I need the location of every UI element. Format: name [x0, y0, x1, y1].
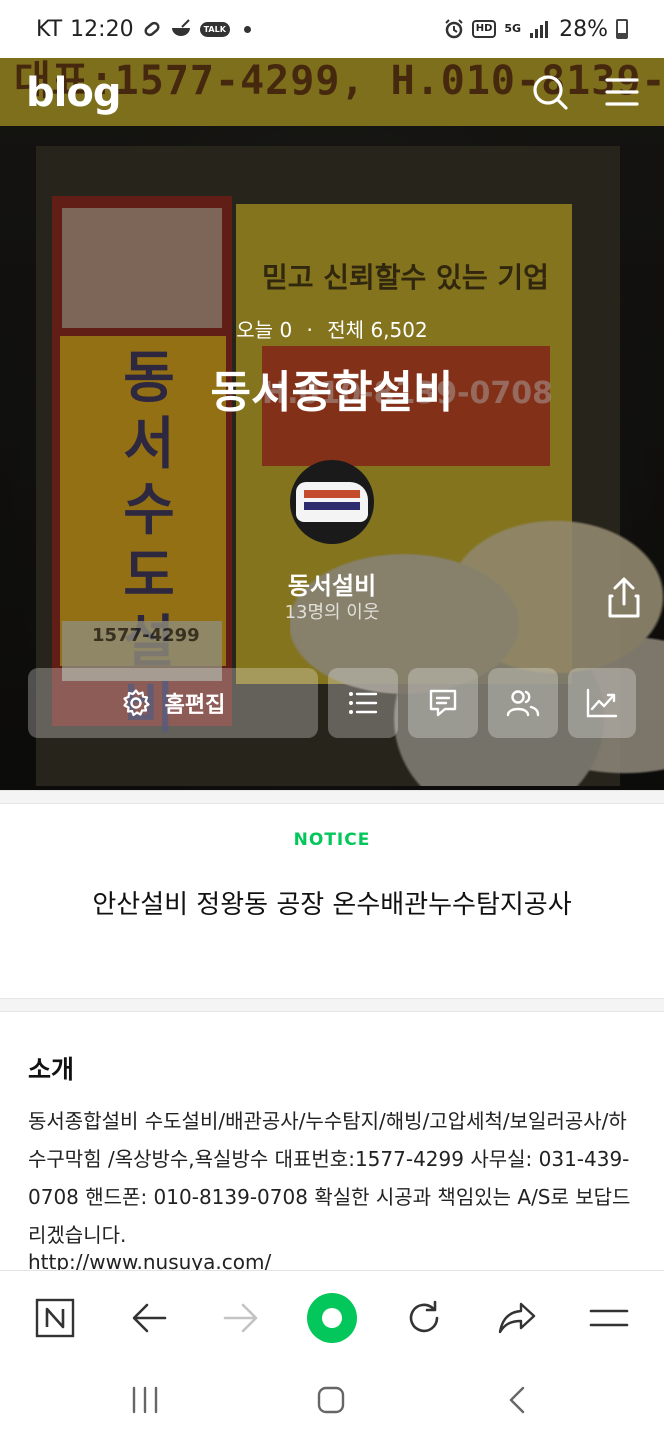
guestbook-button[interactable]: [408, 668, 478, 738]
notice-label: NOTICE: [293, 830, 371, 850]
avatar-van-stripe-red: [304, 490, 360, 498]
list-icon: [349, 692, 378, 714]
browser-toolbar: [0, 1270, 664, 1362]
share-button[interactable]: [604, 576, 644, 620]
arrow-right-icon: [223, 1303, 258, 1333]
hd-voice-icon: HD: [471, 20, 497, 38]
blog-logo[interactable]: blog: [26, 70, 121, 116]
food-notification-icon: [170, 19, 192, 39]
blog-title: 동서종합설비: [210, 367, 454, 418]
edit-home-label: 홈편집: [164, 693, 226, 718]
status-bar: KT 12:20 TALK HD 5G 28%: [0, 0, 664, 58]
visitor-stats: 오늘 0 · 전체 6,502: [0, 314, 664, 343]
alarm-icon: [444, 19, 464, 39]
share-arrow-icon: [498, 1302, 536, 1334]
blogger-nickname[interactable]: 동서설비: [0, 566, 664, 601]
avatar-van-stripe-blue: [304, 502, 360, 510]
share-page-button[interactable]: [490, 1291, 544, 1345]
link-notification-icon: [142, 19, 162, 39]
stats-separator: ·: [306, 318, 313, 342]
menu-button[interactable]: [602, 74, 642, 110]
menu-lines-icon: [589, 1309, 629, 1327]
network-5g-icon: 5G: [504, 22, 522, 35]
gear-icon: [123, 689, 150, 717]
home-button[interactable]: [306, 1380, 356, 1420]
recent-apps-icon: [132, 1386, 158, 1414]
refresh-icon: [409, 1300, 439, 1333]
total-label: 전체: [327, 318, 365, 342]
blog-action-buttons: 홈편집: [28, 668, 636, 738]
today-count: 0: [279, 318, 293, 342]
section-divider: [0, 998, 664, 1012]
statistics-button[interactable]: [568, 668, 636, 738]
profile-avatar[interactable]: [290, 460, 374, 544]
battery-percent: 28%: [559, 16, 608, 42]
search-button[interactable]: [530, 72, 570, 112]
recent-apps-button[interactable]: [120, 1380, 170, 1420]
people-icon: [506, 690, 540, 717]
system-navigation-bar: [0, 1362, 664, 1440]
refresh-button[interactable]: [397, 1291, 451, 1345]
forward-button[interactable]: [214, 1291, 268, 1345]
share-icon: [608, 577, 640, 618]
naver-n-icon: [35, 1298, 75, 1338]
section-divider: [0, 790, 664, 804]
edit-home-button[interactable]: 홈편집: [28, 668, 318, 738]
neighbors-button[interactable]: [488, 668, 558, 738]
back-button[interactable]: [122, 1291, 176, 1345]
today-label: 오늘: [236, 318, 274, 342]
neighbor-count[interactable]: 13명의 이웃: [0, 598, 664, 624]
chevron-left-icon: [509, 1386, 525, 1414]
battery-icon: [616, 19, 628, 39]
notice-post-link[interactable]: 안산설비 정왕동 공장 온수배관누수탐지공사: [0, 884, 664, 921]
signal-icon: [529, 20, 551, 38]
blog-header: blog: [0, 46, 664, 146]
green-dot-button[interactable]: [305, 1291, 359, 1345]
chat-bubble-icon: [429, 689, 457, 717]
hamburger-icon: [605, 78, 639, 106]
post-list-button[interactable]: [328, 668, 398, 738]
more-notifications-dot: [243, 25, 251, 33]
carrier-label: KT: [36, 16, 63, 42]
clock: 12:20: [70, 16, 134, 42]
search-icon: [533, 75, 568, 110]
intro-text: 동서종합설비 수도설비/배관공사/누수탐지/해빙/고압세척/보일러공사/하수구막…: [28, 1109, 631, 1247]
green-dot-icon: [307, 1293, 357, 1343]
kakaotalk-notification-icon: TALK: [199, 21, 230, 37]
home-square-icon: [317, 1386, 345, 1414]
intro-heading: 소개: [28, 1055, 75, 1084]
browser-menu-button[interactable]: [582, 1291, 636, 1345]
system-back-button[interactable]: [492, 1380, 542, 1420]
total-count: 6,502: [370, 318, 428, 342]
trend-chart-icon: [586, 688, 618, 718]
arrow-left-icon: [132, 1303, 167, 1333]
naver-home-button[interactable]: [28, 1291, 82, 1345]
